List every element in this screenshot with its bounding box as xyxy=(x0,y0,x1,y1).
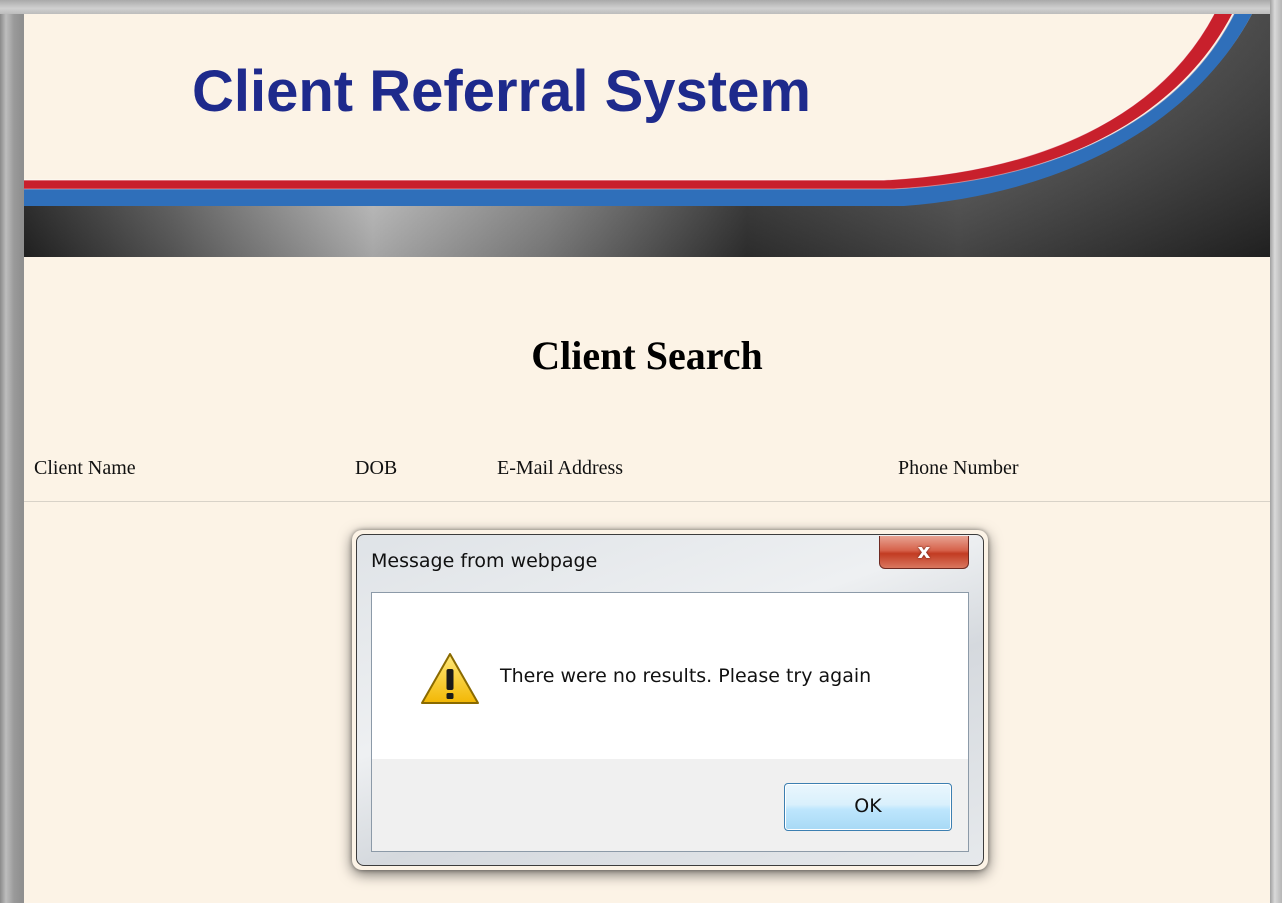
dialog-title: Message from webpage xyxy=(371,550,598,572)
dialog-close-button[interactable]: x xyxy=(879,536,969,569)
window-top-border xyxy=(0,0,1282,14)
column-header-dob: DOB xyxy=(355,457,398,479)
alert-dialog: Message from webpage x There were no res… xyxy=(356,534,984,866)
dialog-message-panel: There were no results. Please try again xyxy=(372,593,968,759)
page-title: Client Search xyxy=(531,333,763,378)
banner-graphic xyxy=(24,14,1270,257)
dialog-message: There were no results. Please try again xyxy=(500,665,872,687)
column-header-phone: Phone Number xyxy=(898,457,1019,479)
column-header-email: E-Mail Address xyxy=(497,457,624,479)
app-title: Client Referral System xyxy=(192,59,811,124)
column-header-client-name: Client Name xyxy=(34,457,136,479)
close-icon: x xyxy=(917,539,931,563)
header-banner xyxy=(24,14,1270,257)
window-right-border xyxy=(1270,0,1282,903)
table-header-divider xyxy=(24,501,1270,502)
dialog-content-area: There were no results. Please try again … xyxy=(371,592,969,852)
ok-button[interactable]: OK xyxy=(784,783,952,831)
warning-icon xyxy=(421,653,479,704)
